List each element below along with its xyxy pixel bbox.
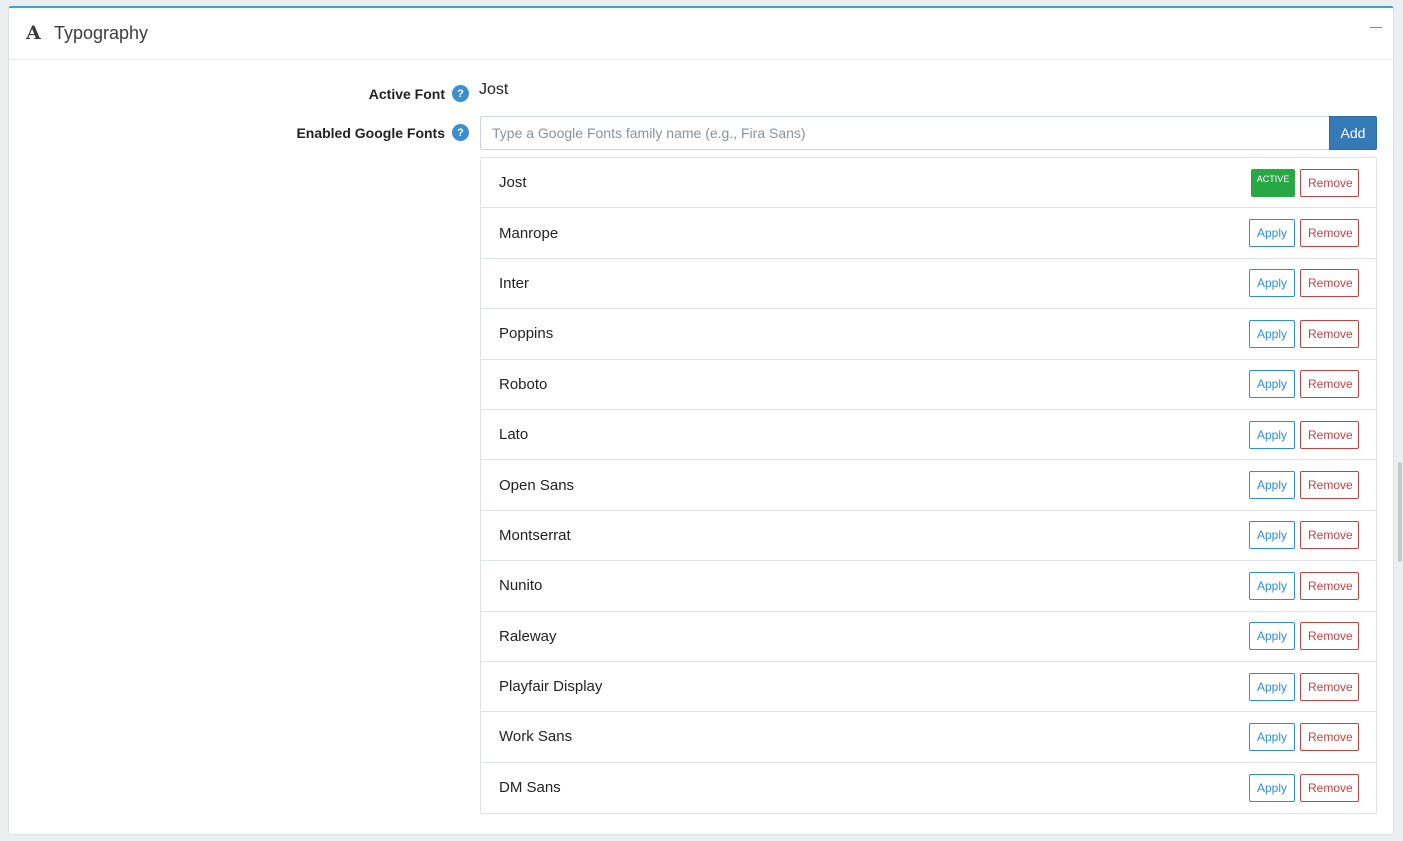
enabled-google-fonts-help-icon[interactable]: ? xyxy=(452,124,469,141)
remove-font-button[interactable]: Remove xyxy=(1300,319,1359,348)
font-name: Work Sans xyxy=(499,728,573,746)
font-row: Raleway Apply Remove xyxy=(481,612,1376,662)
font-row: Lato Apply Remove xyxy=(481,410,1376,461)
font-name: Lato xyxy=(499,426,529,444)
apply-font-button[interactable]: Apply xyxy=(1249,571,1295,600)
apply-font-button[interactable]: Apply xyxy=(1249,672,1295,701)
font-row: Montserrat Apply Remove xyxy=(481,511,1376,562)
scrollbar-thumb[interactable] xyxy=(1398,462,1402,562)
font-name: Poppins xyxy=(499,325,554,343)
apply-font-button[interactable]: Apply xyxy=(1249,521,1295,550)
remove-font-button[interactable]: Remove xyxy=(1300,622,1359,651)
font-row: Nunito Apply Remove xyxy=(481,561,1376,612)
font-row: Open Sans Apply Remove xyxy=(481,460,1376,511)
font-row-actions: Apply Remove xyxy=(1249,319,1359,348)
active-badge: ACTIVE xyxy=(1251,168,1295,197)
remove-font-button[interactable]: Remove xyxy=(1300,168,1359,197)
remove-font-button[interactable]: Remove xyxy=(1300,420,1359,449)
font-name: Roboto xyxy=(499,375,548,393)
remove-font-button[interactable]: Remove xyxy=(1300,219,1359,248)
page-scrollbar[interactable] xyxy=(1397,0,1403,841)
font-name: Raleway xyxy=(499,627,557,645)
font-name: Nunito xyxy=(499,577,543,595)
add-font-input-group: Add xyxy=(480,116,1377,150)
font-name: Open Sans xyxy=(499,476,575,494)
typography-panel: A Typography Active Font ? Jost Enabled … xyxy=(8,6,1394,835)
font-name: Manrope xyxy=(499,224,559,242)
active-font-help-icon[interactable]: ? xyxy=(452,85,469,102)
font-letter-a-icon: A xyxy=(26,22,41,44)
font-row-actions: Apply Remove xyxy=(1249,370,1359,399)
font-row-actions: Apply Remove xyxy=(1249,471,1359,500)
panel-header: A Typography xyxy=(9,8,1393,60)
font-row: Manrope Apply Remove xyxy=(481,208,1376,259)
font-row-actions: Apply Remove xyxy=(1249,420,1359,449)
apply-font-button[interactable]: Apply xyxy=(1249,622,1295,651)
font-row: Roboto Apply Remove xyxy=(481,360,1376,410)
apply-font-button[interactable]: Apply xyxy=(1249,471,1295,500)
font-row-actions: Apply Remove xyxy=(1249,773,1359,802)
apply-font-button[interactable]: Apply xyxy=(1249,219,1295,248)
remove-font-button[interactable]: Remove xyxy=(1300,571,1359,600)
font-row-actions: Apply Remove xyxy=(1249,571,1359,600)
collapse-icon[interactable] xyxy=(1369,20,1383,34)
apply-font-button[interactable]: Apply xyxy=(1249,370,1295,399)
apply-font-button[interactable]: Apply xyxy=(1249,269,1295,298)
apply-font-button[interactable]: Apply xyxy=(1249,773,1295,802)
remove-font-button[interactable]: Remove xyxy=(1300,471,1359,500)
font-list: Jost ACTIVE Remove Manrope Apply Remove Inter A… xyxy=(480,157,1377,815)
font-row: Playfair Display Apply Remove xyxy=(481,662,1376,713)
panel-title: Typography xyxy=(54,23,149,43)
remove-font-button[interactable]: Remove xyxy=(1300,370,1359,399)
font-row-actions: Apply Remove xyxy=(1249,622,1359,651)
apply-font-button[interactable]: Apply xyxy=(1249,319,1295,348)
apply-font-button[interactable]: Apply xyxy=(1249,722,1295,751)
font-row-actions: Apply Remove xyxy=(1249,219,1359,248)
add-font-button[interactable]: Add xyxy=(1329,116,1377,150)
font-row-actions: Apply Remove xyxy=(1249,672,1359,701)
remove-font-button[interactable]: Remove xyxy=(1300,773,1359,802)
font-row-actions: Apply Remove xyxy=(1249,722,1359,751)
enabled-google-fonts-label: Enabled Google Fonts xyxy=(296,125,445,141)
font-row-actions: ACTIVE Remove xyxy=(1251,168,1359,197)
remove-font-button[interactable]: Remove xyxy=(1300,269,1359,298)
font-name: Inter xyxy=(499,274,530,292)
font-row: Work Sans Apply Remove xyxy=(481,712,1376,763)
apply-font-button[interactable]: Apply xyxy=(1249,420,1295,449)
font-row-actions: Apply Remove xyxy=(1249,269,1359,298)
font-row: Inter Apply Remove xyxy=(481,259,1376,310)
active-font-value: Jost xyxy=(479,81,509,98)
font-row: Jost ACTIVE Remove xyxy=(481,158,1376,209)
remove-font-button[interactable]: Remove xyxy=(1300,521,1359,550)
font-name: DM Sans xyxy=(499,779,561,797)
font-family-input[interactable] xyxy=(480,116,1329,150)
font-name: Montserrat xyxy=(499,526,571,544)
font-row: Poppins Apply Remove xyxy=(481,309,1376,360)
font-row-actions: Apply Remove xyxy=(1249,521,1359,550)
font-name: Playfair Display xyxy=(499,678,603,696)
font-row: DM Sans Apply Remove xyxy=(481,763,1376,813)
remove-font-button[interactable]: Remove xyxy=(1300,722,1359,751)
active-font-label: Active Font xyxy=(368,86,445,102)
font-name: Jost xyxy=(499,174,527,192)
remove-font-button[interactable]: Remove xyxy=(1300,672,1359,701)
